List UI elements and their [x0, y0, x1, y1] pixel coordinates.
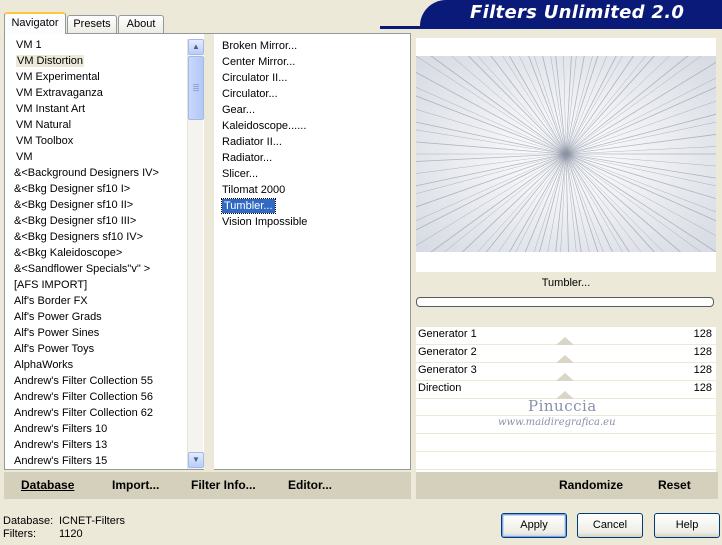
progress-bar: [416, 297, 714, 307]
category-item[interactable]: &<Bkg Designer sf10 II>: [8, 197, 186, 213]
param-label: Generator 1: [418, 328, 477, 340]
apply-button[interactable]: Apply: [501, 513, 567, 538]
category-item[interactable]: VM Natural: [8, 117, 186, 133]
filter-item[interactable]: Broken Mirror...: [216, 38, 406, 54]
filter-item[interactable]: Tumbler...: [216, 198, 406, 214]
param-label: Generator 2: [418, 346, 477, 358]
tab-navigator[interactable]: Navigator: [4, 12, 66, 34]
filter-item[interactable]: Radiator II...: [216, 134, 406, 150]
category-item[interactable]: Alf's Power Toys: [8, 341, 186, 357]
category-list[interactable]: VM 1 VM Distortion VM Experimental VM Extra…: [8, 37, 186, 469]
filter-item[interactable]: Slicer...: [216, 166, 406, 182]
param-slider-row[interactable]: Generator 2 128: [416, 345, 716, 363]
list-divider: [204, 34, 214, 470]
filter-item[interactable]: Center Mirror...: [216, 54, 406, 70]
param-label: Generator 3: [418, 364, 477, 376]
category-item[interactable]: &<Bkg Designer sf10 I>: [8, 181, 186, 197]
category-item[interactable]: Andrew's Filter Collection 55: [8, 373, 186, 389]
selected-filter-name: Tumbler...: [416, 272, 716, 294]
param-slider-row[interactable]: Generator 3 128: [416, 363, 716, 381]
slider-thumb[interactable]: [556, 355, 574, 363]
category-item[interactable]: Alf's Power Sines: [8, 325, 186, 341]
param-value: 128: [693, 382, 712, 394]
filter-item[interactable]: Tilomat 2000: [216, 182, 406, 198]
import-button[interactable]: Import...: [112, 472, 159, 499]
category-scrollbar[interactable]: ▲ ▼: [187, 39, 204, 469]
category-item[interactable]: Andrew's Filters 13: [8, 437, 186, 453]
category-item[interactable]: [AFS IMPORT]: [8, 277, 186, 293]
app-title: Filters Unlimited 2.0: [470, 2, 685, 23]
filter-item[interactable]: Vision Impossible: [216, 214, 406, 230]
category-item[interactable]: VM Instant Art: [8, 101, 186, 117]
header-banner-underline: [380, 26, 722, 29]
chevron-down-icon: ▼: [192, 455, 200, 464]
category-item[interactable]: VM 1: [8, 37, 186, 53]
slider-thumb[interactable]: [556, 373, 574, 381]
tab-presets[interactable]: Presets: [67, 15, 117, 33]
status-filters: Filters: 1120: [3, 528, 83, 540]
category-item[interactable]: Andrew's Filter Collection 62: [8, 405, 186, 421]
preview-top-margin: [416, 38, 716, 56]
category-item[interactable]: &<Background Designers IV>: [8, 165, 186, 181]
category-item[interactable]: &<Sandflower Specials"v" >: [8, 261, 186, 277]
category-item[interactable]: VM Extravaganza: [8, 85, 186, 101]
filter-item[interactable]: Circulator...: [216, 86, 406, 102]
randomize-button[interactable]: Randomize: [559, 472, 623, 499]
category-item[interactable]: VM Experimental: [8, 69, 186, 85]
param-label: Direction: [418, 382, 462, 394]
category-item[interactable]: Andrew's Filters 10: [8, 421, 186, 437]
category-item[interactable]: &<Bkg Designers sf10 IV>: [8, 229, 186, 245]
slider-thumb[interactable]: [556, 337, 574, 345]
category-item[interactable]: VM: [8, 149, 186, 165]
reset-button[interactable]: Reset: [658, 472, 691, 499]
editor-button[interactable]: Editor...: [288, 472, 332, 499]
category-item[interactable]: VM Distortion: [8, 53, 186, 69]
param-value: 128: [693, 364, 712, 376]
tab-about[interactable]: About: [118, 15, 164, 33]
param-value: 128: [693, 328, 712, 340]
category-item[interactable]: Andrew's Filters 15: [8, 453, 186, 469]
category-item[interactable]: Alf's Border FX: [8, 293, 186, 309]
preview-image: [416, 56, 716, 252]
category-item[interactable]: VM Toolbox: [8, 133, 186, 149]
filter-info-button[interactable]: Filter Info...: [191, 472, 256, 499]
database-button[interactable]: Database: [21, 472, 74, 499]
cancel-button[interactable]: Cancel: [577, 513, 643, 538]
category-item[interactable]: Alf's Power Grads: [8, 309, 186, 325]
empty-param-row: [416, 435, 716, 452]
filter-item[interactable]: Gear...: [216, 102, 406, 118]
param-slider-row[interactable]: Generator 1 128: [416, 327, 716, 345]
filter-item[interactable]: Radiator...: [216, 150, 406, 166]
filter-item[interactable]: Kaleidoscope......: [216, 118, 406, 134]
watermark-name: Pinuccia: [528, 397, 597, 415]
help-button[interactable]: Help: [654, 513, 720, 538]
param-value: 128: [693, 346, 712, 358]
preview-bottom-margin: [416, 252, 716, 272]
status-database: Database: ICNET-Filters: [3, 515, 125, 527]
category-item[interactable]: &<Bkg Kaleidoscope>: [8, 245, 186, 261]
filter-list[interactable]: Broken Mirror... Center Mirror... Circulat…: [216, 38, 406, 468]
scroll-thumb[interactable]: [188, 56, 204, 120]
category-item[interactable]: AlphaWorks: [8, 357, 186, 373]
empty-param-row: [416, 453, 716, 470]
chevron-up-icon: ▲: [192, 42, 200, 51]
filter-item[interactable]: Circulator II...: [216, 70, 406, 86]
watermark-url: www.maidiregrafica.eu: [498, 417, 616, 428]
scroll-down-button[interactable]: ▼: [188, 452, 204, 468]
scroll-up-button[interactable]: ▲: [188, 39, 204, 55]
category-item[interactable]: &<Bkg Designer sf10 III>: [8, 213, 186, 229]
category-item[interactable]: Andrew's Filter Collection 56: [8, 389, 186, 405]
